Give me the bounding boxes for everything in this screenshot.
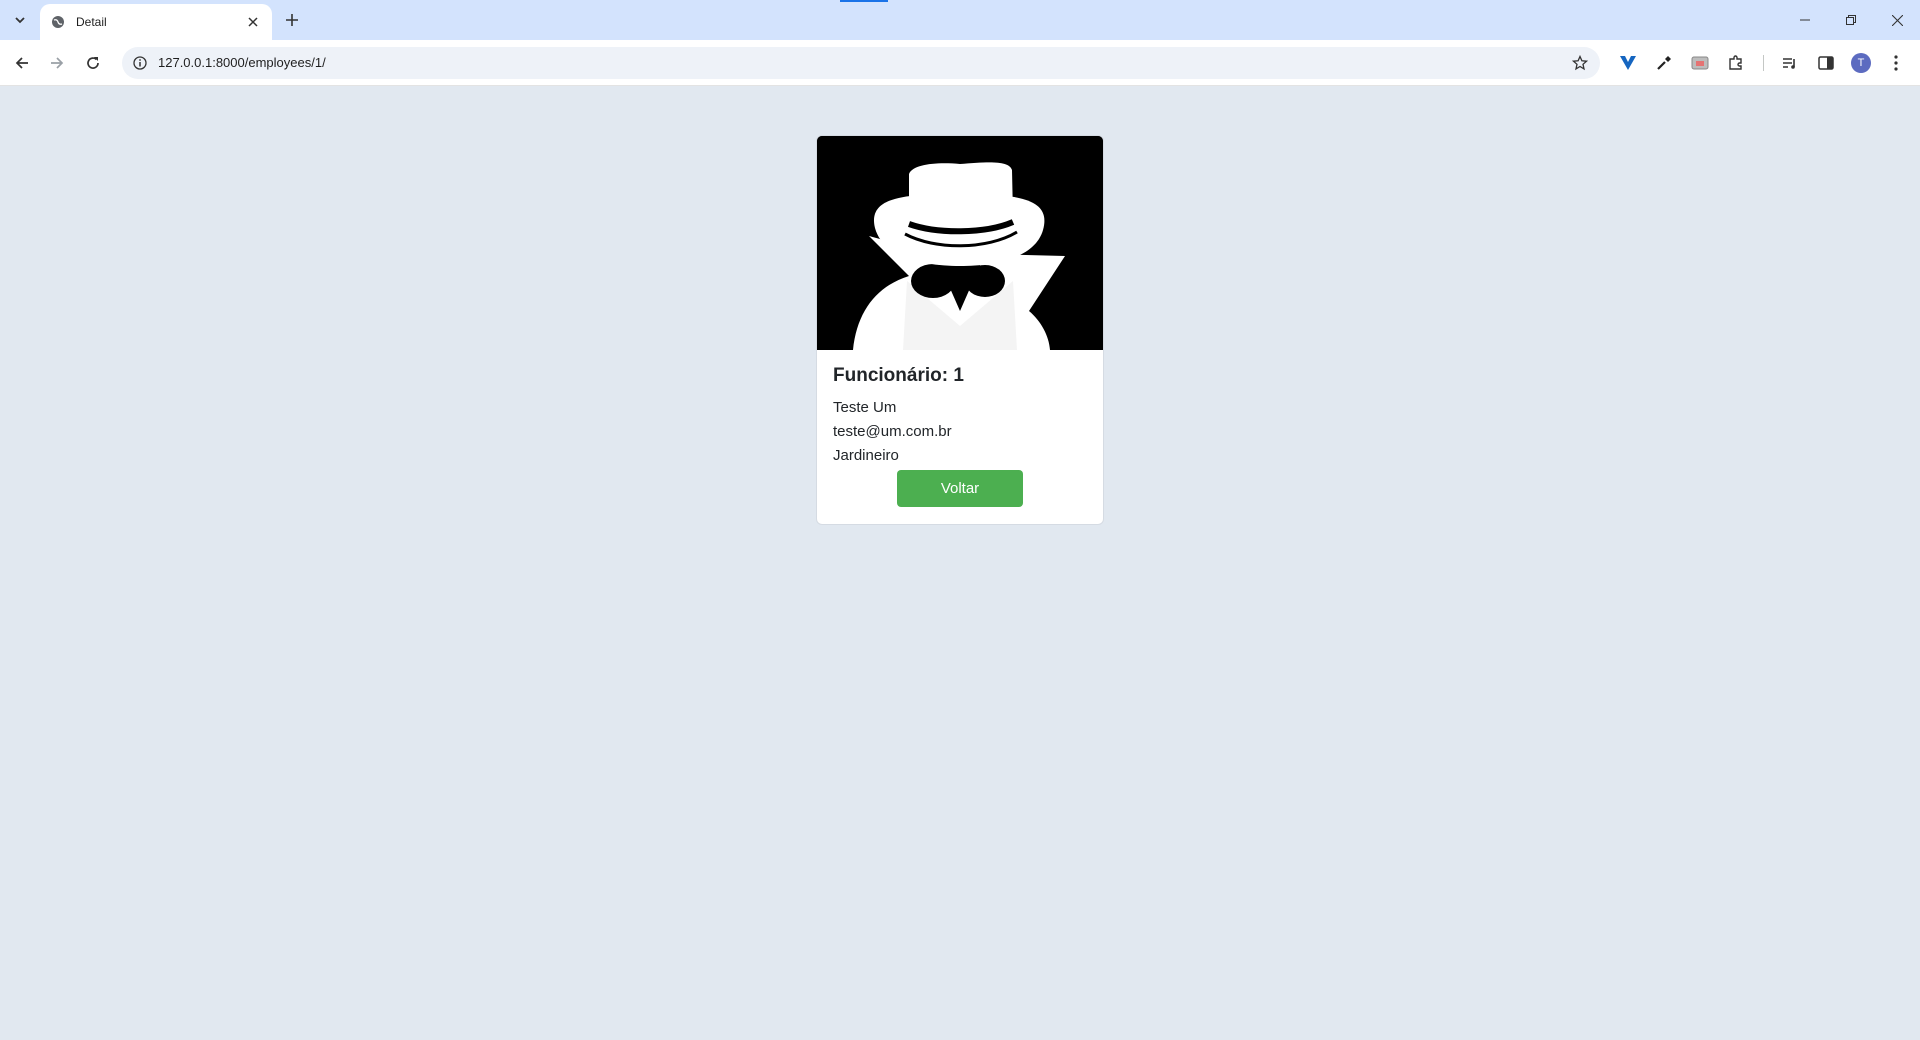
employee-title: Funcionário: 1 [833,365,964,386]
tab-indicator [840,0,888,2]
plus-icon [286,14,298,26]
more-vertical-icon[interactable] [1884,51,1908,75]
close-window-button[interactable] [1874,0,1920,40]
card-body: Funcionário: 1 Teste Um teste@um.com.br … [833,364,1087,468]
window-controls [1782,0,1920,40]
close-icon[interactable] [244,13,262,31]
minimize-icon [1800,19,1810,21]
back-button-voltar[interactable]: Voltar [897,470,1023,507]
tab-search-button[interactable] [6,8,34,32]
restore-icon [1846,15,1856,25]
reload-button[interactable] [79,49,107,77]
employee-name: Teste Um [833,399,897,416]
address-bar[interactable]: 127.0.0.1:8000/employees/1/ [122,47,1600,79]
browser-toolbar: 127.0.0.1:8000/employees/1/ T [0,40,1920,86]
info-icon[interactable] [130,53,150,73]
extensions-puzzle-icon[interactable] [1724,51,1748,75]
cast-extension-icon[interactable] [1688,51,1712,75]
tab-strip: Detail [0,0,1920,40]
media-control-icon[interactable] [1778,51,1802,75]
incognito-spy-icon [817,136,1103,350]
globe-icon [50,14,66,30]
profile-avatar[interactable]: T [1851,53,1871,73]
side-panel-icon[interactable] [1814,51,1838,75]
url-text[interactable]: 127.0.0.1:8000/employees/1/ [158,55,326,70]
arrow-right-icon [51,57,64,69]
minimize-button[interactable] [1782,0,1828,40]
restore-button[interactable] [1828,0,1874,40]
new-tab-button[interactable] [280,8,304,32]
employee-card: Funcionário: 1 Teste Um teste@um.com.br … [817,136,1103,524]
tab-detail[interactable]: Detail [40,4,272,40]
back-button[interactable] [8,49,36,77]
tab-title: Detail [76,15,107,29]
arrow-left-icon [15,57,28,69]
chevron-down-icon [15,17,25,24]
forward-button[interactable] [43,49,71,77]
toolbar-divider [1763,55,1764,71]
reload-icon [87,57,99,69]
close-icon [1891,14,1903,26]
employee-role: Jardineiro [833,447,899,464]
employee-email: teste@um.com.br [833,423,952,440]
eyedropper-extension-icon[interactable] [1652,51,1676,75]
star-icon[interactable] [1570,53,1590,73]
vpn-extension-icon[interactable] [1616,51,1640,75]
